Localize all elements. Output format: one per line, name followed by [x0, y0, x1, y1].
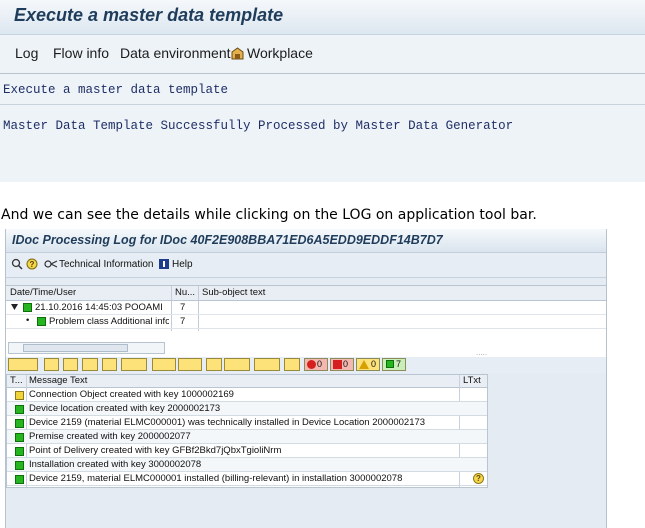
table-row[interactable]: Connection Object created with key 10000…: [7, 388, 487, 402]
idoc-log-window: IDoc Processing Log for IDoc 40F2E908BBA…: [5, 229, 607, 528]
help-book-icon: [159, 259, 169, 269]
divider: [0, 73, 645, 74]
column-header[interactable]: Message Text: [29, 375, 87, 386]
success-led-icon: [37, 317, 46, 326]
warning-icon: [359, 360, 369, 369]
log-tree: Date/Time/User Nu... Sub-object text 21.…: [6, 285, 606, 368]
expand-arrow-icon[interactable]: [11, 304, 18, 310]
horizontal-scrollbar[interactable]: [8, 342, 165, 354]
message-grid: T... Message Text LTxt Connection Object…: [6, 374, 488, 488]
table-row[interactable]: Point of Delivery created with key GFBf2…: [7, 444, 487, 458]
sort-button[interactable]: [82, 358, 98, 371]
tree-row-number: 7: [180, 302, 186, 313]
table-row[interactable]: Premise created with key 2000002077: [7, 430, 487, 444]
master-data-window: Execute a master data template Log Flow …: [0, 0, 645, 182]
help-circle-icon[interactable]: ?: [26, 258, 38, 270]
display-icon[interactable]: [11, 258, 23, 270]
tree-row[interactable]: 21.10.2016 14:45:03 POOAMI 7: [6, 301, 606, 315]
find-button[interactable]: [44, 358, 59, 371]
caption-text: And we can see the details while clickin…: [1, 207, 537, 223]
tree-header: Date/Time/User Nu... Sub-object text: [6, 286, 606, 301]
tree-row[interactable]: • Problem class Additional inform 7: [6, 315, 606, 329]
views-button[interactable]: [224, 358, 250, 371]
workplace-label: Workplace: [247, 45, 313, 61]
print-button[interactable]: [206, 358, 222, 371]
long-text-icon[interactable]: ?: [473, 473, 484, 484]
success-led-icon: [15, 419, 24, 428]
window-title-bar: Execute a master data template: [0, 0, 645, 35]
status-message: Master Data Template Successfully Proces…: [3, 119, 514, 133]
warning-led-icon: [15, 391, 24, 400]
help-button[interactable]: Help: [172, 259, 193, 270]
message-text: Connection Object created with key 10000…: [29, 389, 234, 400]
filter-button[interactable]: [63, 358, 78, 371]
success-led-icon: [15, 433, 24, 442]
stop-icon: [307, 360, 316, 369]
tree-row-number: 7: [180, 316, 186, 327]
svg-text:?: ?: [30, 260, 35, 269]
screen-subtitle: Execute a master data template: [3, 83, 229, 97]
log-window-title: IDoc Processing Log for IDoc 40F2E908BBA…: [12, 233, 443, 247]
column-header[interactable]: LTxt: [463, 375, 481, 386]
details-button[interactable]: [8, 358, 38, 371]
technical-information-button[interactable]: Technical Information: [59, 259, 154, 270]
subtotal-button[interactable]: [178, 358, 202, 371]
grid-header: T... Message Text LTxt: [7, 375, 487, 388]
warning-counter[interactable]: 0: [356, 358, 380, 371]
splitter-grip[interactable]: .....: [476, 348, 487, 357]
divider: [0, 104, 645, 105]
success-led-icon: [23, 303, 32, 312]
log-window-title-bar: IDoc Processing Log for IDoc 40F2E908BBA…: [6, 229, 606, 253]
log-toolbar: ? Technical Information Help: [6, 253, 606, 278]
workplace-icon: [231, 47, 244, 60]
success-counter[interactable]: 7: [382, 358, 406, 371]
success-led-icon: [15, 475, 24, 484]
export-button[interactable]: [254, 358, 280, 371]
workplace-button[interactable]: Workplace: [230, 45, 313, 61]
application-toolbar: Log Flow info Data environment Workplace: [0, 38, 645, 70]
success-led-icon: [15, 461, 24, 470]
message-text: Installation created with key 3000002078: [29, 459, 202, 470]
table-row[interactable]: Device location created with key 2000002…: [7, 402, 487, 416]
flow-info-button[interactable]: Flow info: [53, 45, 109, 61]
sum-button[interactable]: [152, 358, 176, 371]
success-led-icon: [15, 405, 24, 414]
sort-desc-button[interactable]: [102, 358, 117, 371]
stop-counter[interactable]: 0: [304, 358, 328, 371]
column-header[interactable]: T...: [10, 375, 23, 386]
scrollbar-thumb[interactable]: [23, 344, 128, 352]
table-row[interactable]: Device 2159, material ELMC000001 install…: [7, 472, 487, 486]
column-header[interactable]: Sub-object text: [202, 287, 265, 298]
message-text: Point of Delivery created with key GFBf2…: [29, 445, 282, 456]
message-text: Device 2159, material ELMC000001 install…: [29, 473, 403, 484]
log-button[interactable]: Log: [15, 45, 38, 61]
tree-row-text: Problem class Additional inform: [49, 316, 169, 327]
message-text: Premise created with key 2000002077: [29, 431, 191, 442]
table-row[interactable]: Device 2159 (material ELMC000001) was te…: [7, 416, 487, 430]
error-icon: [333, 360, 342, 369]
column-header[interactable]: Nu...: [175, 287, 195, 298]
technical-info-icon: [44, 260, 58, 268]
column-header[interactable]: Date/Time/User: [10, 287, 76, 298]
layout-button[interactable]: [284, 358, 300, 371]
data-environment-button[interactable]: Data environment: [120, 45, 231, 61]
filter-dropdown-button[interactable]: [121, 358, 147, 371]
bullet-icon: •: [26, 315, 30, 326]
message-text: Device 2159 (material ELMC000001) was te…: [29, 417, 426, 428]
alv-toolbar: 0 0 0 7: [6, 357, 606, 373]
table-row[interactable]: Installation created with key 3000002078: [7, 458, 487, 472]
tree-row-text: 21.10.2016 14:45:03 POOAMI: [35, 302, 163, 313]
success-led-icon: [15, 447, 24, 456]
window-title: Execute a master data template: [14, 5, 284, 25]
message-text: Device location created with key 2000002…: [29, 403, 221, 414]
success-icon: [386, 360, 394, 368]
error-counter[interactable]: 0: [330, 358, 354, 371]
